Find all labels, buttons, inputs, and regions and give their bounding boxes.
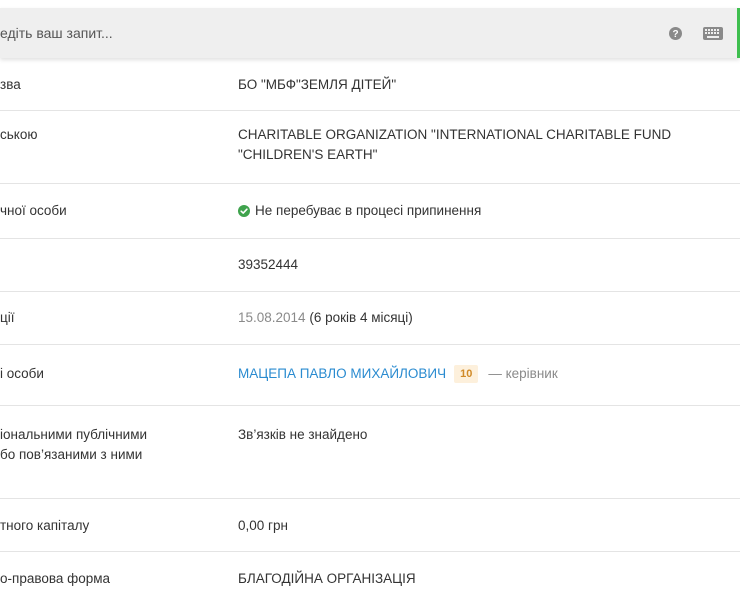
company-info-table: зва БО "МБФ"ЗЕМЛЯ ДІТЕЙ" ською CHARITABL…	[0, 58, 740, 600]
table-row: тного капіталу 0,00 грн	[0, 499, 740, 552]
edrpou-code: 39352444	[238, 257, 299, 272]
registration-date: 15.08.2014 (6 років 4 місяці)	[238, 308, 413, 328]
help-icon[interactable]: ?	[669, 27, 682, 40]
table-row: ції 15.08.2014 (6 років 4 місяці)	[0, 292, 740, 345]
row-value: Зв’язків не знайдено	[238, 427, 368, 442]
check-circle-icon	[238, 203, 250, 223]
row-value: 0,00 грн	[238, 518, 288, 533]
table-row: чної особи Не перебуває в процесі припин…	[0, 184, 740, 239]
age-value: (6 років 4 місяці)	[309, 310, 413, 325]
row-label: чної особи	[0, 203, 67, 218]
table-row: ською CHARITABLE ORGANIZATION "INTERNATI…	[0, 111, 740, 184]
row-value: БЛАГОДІЙНА ОРГАНІЗАЦІЯ	[238, 571, 416, 586]
row-label: о-правова форма	[0, 571, 111, 586]
search-bar: едіть ваш запит... ?	[0, 8, 740, 58]
row-label: і особи	[0, 366, 44, 381]
person-entry: МАЦЕПА ПАВЛО МИХАЙЛОВИЧ 10 — керівник	[238, 364, 558, 384]
keyboard-icon[interactable]	[703, 27, 723, 40]
table-row: і особи МАЦЕПА ПАВЛО МИХАЙЛОВИЧ 10 — керів…	[0, 345, 740, 406]
row-value: CHARITABLE ORGANIZATION "INTERNATIONAL C…	[238, 125, 671, 165]
status-text: Не перебуває в процесі припинення	[255, 203, 482, 218]
status-value: Не перебуває в процесі припинення	[238, 201, 481, 223]
row-label: іональними публічними бо пов’язаними з н…	[0, 425, 147, 465]
row-value: БО "МБФ"ЗЕМЛЯ ДІТЕЙ"	[238, 77, 397, 92]
person-link[interactable]: МАЦЕПА ПАВЛО МИХАЙЛОВИЧ	[238, 366, 446, 381]
row-label: зва	[0, 77, 21, 92]
company-profile-page: едіть ваш запит... ? зва БО "МБФ"ЗЕМЛЯ Д…	[0, 0, 740, 600]
date-value: 15.08.2014	[238, 310, 306, 325]
row-label-line: іональними публічними	[0, 427, 148, 442]
row-value-line: "CHILDREN'S EARTH"	[238, 147, 378, 162]
search-input[interactable]: едіть ваш запит...	[0, 8, 113, 58]
person-badge: 10	[454, 365, 479, 383]
row-label: тного капіталу	[0, 518, 90, 533]
svg-text:?: ?	[672, 29, 678, 40]
table-row: о-правова форма БЛАГОДІЙНА ОРГАНІЗАЦІЯ	[0, 552, 740, 600]
table-row: зва БО "МБФ"ЗЕМЛЯ ДІТЕЙ"	[0, 58, 740, 111]
person-role: — керівник	[488, 366, 558, 381]
row-value-line: CHARITABLE ORGANIZATION "INTERNATIONAL C…	[238, 127, 672, 142]
row-label-line: бо пов’язаними з ними	[0, 447, 143, 462]
table-row: іональними публічними бо пов’язаними з н…	[0, 406, 740, 499]
row-label: ською	[0, 127, 38, 142]
row-label: ції	[0, 310, 15, 325]
table-row: 39352444	[0, 239, 740, 292]
